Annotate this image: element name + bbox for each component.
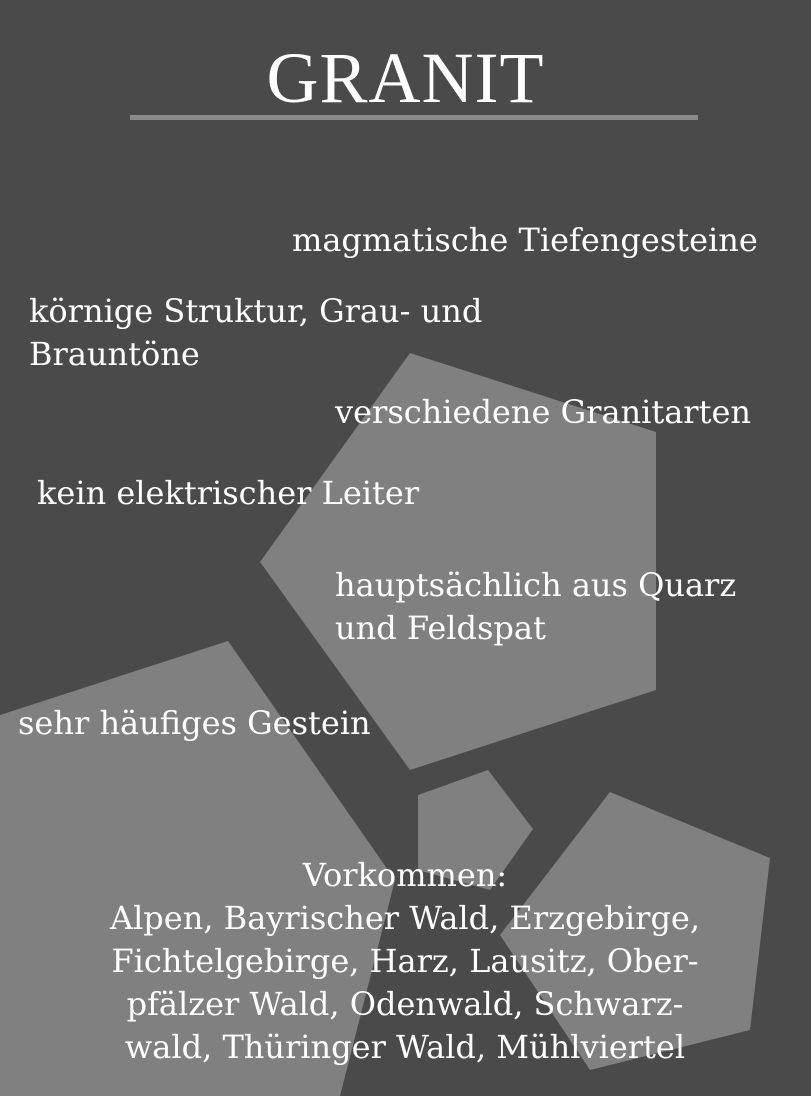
- occurrence-line: Alpen, Bayrischer Wald, Erzgebirge,: [109, 899, 701, 937]
- fact-structure-colors: körnige Struktur, Grau- und Brauntöne: [29, 292, 483, 373]
- poster-title: GRANIT: [266, 38, 545, 118]
- fact-conductivity: kein elektrischer Leiter: [37, 474, 420, 512]
- title-underline: [130, 115, 698, 120]
- fact-granite-varieties: verschiedene Granitarten: [335, 393, 751, 431]
- occurrence-heading: Vorkommen:: [302, 856, 508, 894]
- occurrence-block: Vorkommen: Alpen, Bayrischer Wald, Erzge…: [60, 854, 750, 1069]
- fact-rock-type: magmatische Tiefengesteine: [292, 221, 758, 259]
- fact-composition: hauptsächlich aus Quarz und Feldspat: [335, 566, 737, 647]
- occurrence-line: pfälzer Wald, Odenwald, Schwarz-: [126, 985, 684, 1023]
- occurrence-line: Fichtelgebirge, Harz, Lausitz, Ober-: [111, 942, 699, 980]
- fact-frequency: sehr häufiges Gestein: [18, 704, 371, 742]
- occurrence-line: wald, Thüringer Wald, Mühlviertel: [124, 1028, 686, 1066]
- granite-poster: GRANIT magmatische Tiefengesteine körnig…: [0, 0, 811, 1096]
